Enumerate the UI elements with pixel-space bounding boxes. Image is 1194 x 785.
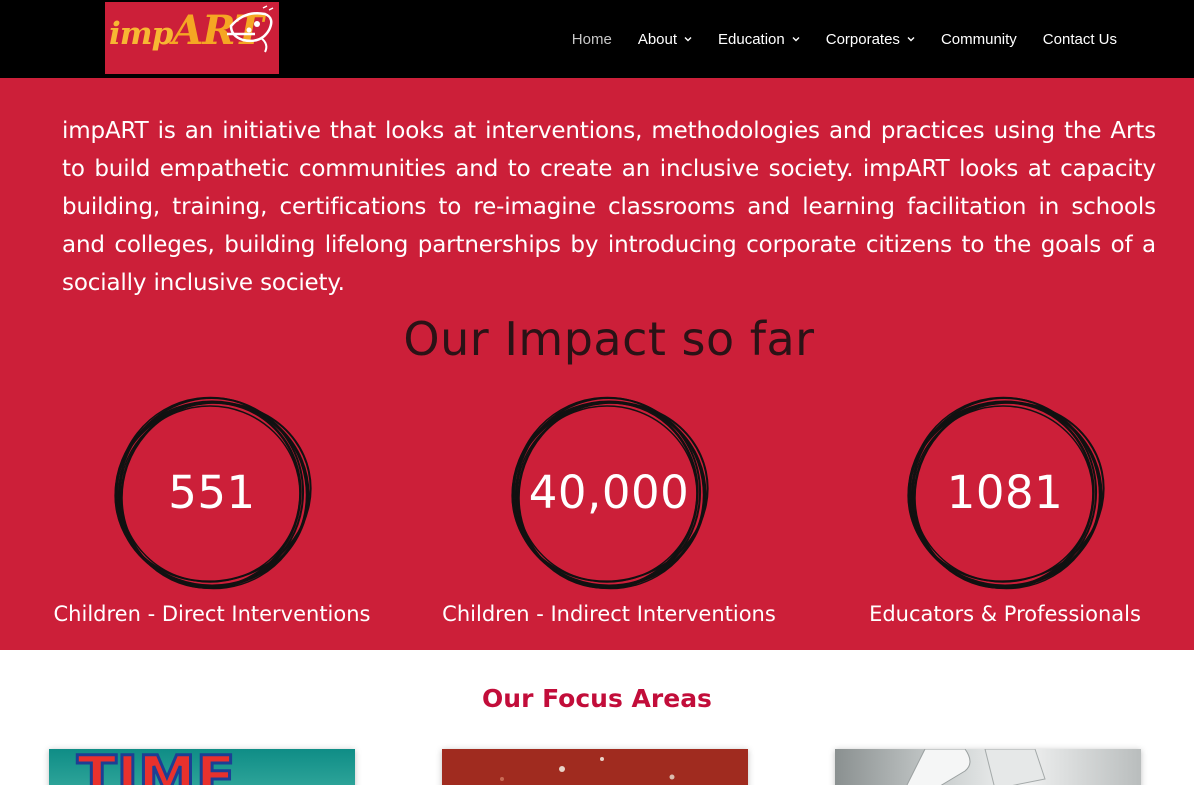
nav-item-contact-us[interactable]: Contact Us [1043,31,1117,48]
stat-educators-professionals: 1081 Educators & Professionals [805,390,1194,640]
stat-indirect-interventions: 40,000 Children - Indirect Interventions [409,390,809,640]
puzzle-pieces-image [906,749,1046,785]
impact-heading: Our Impact so far [403,312,815,366]
chevron-down-icon [792,37,800,42]
stat-label: Children - Indirect Interventions [442,602,776,626]
stat-label: Children - Direct Interventions [53,602,371,626]
focus-card-1[interactable]: TIME [49,749,355,785]
main-nav: Home About Education Corporates Communit… [546,0,1117,78]
stat-value: 1081 [946,466,1064,519]
nav-item-about[interactable]: About [638,31,692,48]
nav-item-label: Education [718,30,785,48]
stat-value: 40,000 [528,466,690,519]
focus-card-2[interactable] [442,749,748,785]
nav-item-corporates[interactable]: Corporates [826,31,915,48]
site-logo[interactable]: impART [105,2,279,74]
nav-item-label: Community [940,30,1017,48]
stat-value: 551 [168,466,256,519]
colorful-letters-image: TIME [76,749,237,785]
nav-item-community[interactable]: Community [941,31,1017,48]
nav-item-label: Home [571,30,612,48]
svg-text:TIME: TIME [77,749,235,785]
red-clay-image [500,757,675,781]
site-header: impART Home About Education Corporates C… [0,0,1194,78]
chevron-down-icon [684,37,692,42]
nav-item-label: Corporates [825,30,900,48]
stat-label: Educators & Professionals [869,602,1141,626]
logo-mask-icon [227,5,274,53]
nav-item-education[interactable]: Education [718,31,800,48]
focus-card-3[interactable] [835,749,1141,785]
focus-areas-heading: Our Focus Areas [482,684,712,713]
nav-item-label: About [637,30,678,48]
nav-item-label: Contact Us [1042,30,1117,48]
nav-item-home[interactable]: Home [572,31,612,48]
chevron-down-icon [907,37,915,42]
intro-paragraph: impART is an initiative that looks at in… [62,118,1156,296]
stat-direct-interventions: 551 Children - Direct Interventions [12,390,412,640]
